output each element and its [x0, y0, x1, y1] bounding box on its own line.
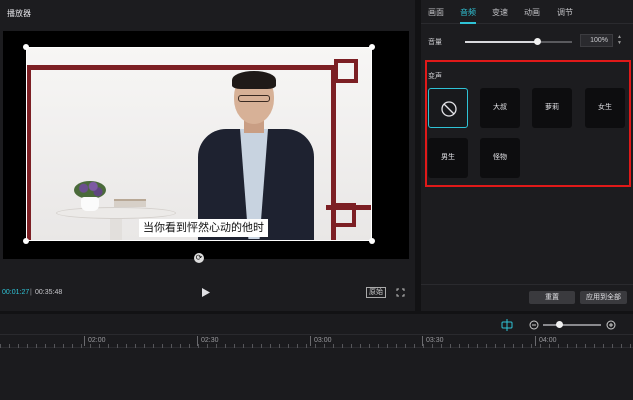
ruler-label: 02:00 — [84, 336, 106, 346]
tab-speed[interactable]: 变速 — [492, 7, 508, 18]
none-icon — [441, 101, 457, 117]
player-panel: 播放器 当你看到怦然心动的他时 ⟳ 00:01:27 | 00:35:48 原始 — [0, 0, 415, 311]
tab-audio[interactable]: 音频 — [460, 7, 476, 18]
resize-handle-bottom-left[interactable] — [23, 238, 29, 244]
tab-animation[interactable]: 动画 — [524, 7, 540, 18]
ruler-label: 02:30 — [197, 336, 219, 346]
property-tabs: 画面 音频 变速 动画 调节 — [421, 0, 633, 24]
total-time: 00:35:48 — [35, 289, 63, 296]
panel-footer-divider — [421, 284, 633, 285]
tab-adjust[interactable]: 调节 — [557, 7, 573, 18]
time-separator: | — [30, 289, 32, 296]
volume-slider-handle[interactable] — [533, 38, 541, 45]
reset-button[interactable]: 重置 — [529, 291, 575, 304]
volume-stepper[interactable]: ▲ ▼ — [617, 34, 622, 47]
volume-slider-fill — [465, 41, 537, 43]
voice-change-title: 变声 — [428, 73, 442, 80]
current-time: 00:01:27 — [2, 289, 30, 296]
voice-option-female[interactable]: 女生 — [585, 88, 625, 128]
volume-label: 音量 — [428, 39, 442, 46]
resize-handle-top-left[interactable] — [23, 44, 29, 50]
voice-option-loli[interactable]: 萝莉 — [532, 88, 572, 128]
selection-border — [26, 47, 372, 241]
timeline-zoom-slider[interactable] — [543, 324, 601, 326]
timeline-zoom-handle[interactable] — [556, 321, 564, 328]
ruler-label: 04:00 — [535, 336, 557, 346]
voice-option-none[interactable] — [428, 88, 468, 128]
tab-picture[interactable]: 画面 — [428, 7, 444, 18]
zoom-out-icon[interactable] — [529, 320, 539, 330]
resize-handle-top-right[interactable] — [369, 44, 375, 50]
fullscreen-icon[interactable] — [396, 288, 405, 297]
rotate-icon[interactable]: ⟳ — [194, 253, 204, 263]
apply-to-all-button[interactable]: 应用到全部 — [580, 291, 627, 304]
aspect-ratio-button[interactable]: 原始 — [366, 287, 386, 298]
timeline-ruler[interactable]: 02:00 02:30 03:00 03:30 04:00 — [0, 334, 633, 349]
snap-icon[interactable] — [501, 319, 513, 331]
ruler-label: 03:30 — [422, 336, 444, 346]
player-title: 播放器 — [7, 9, 31, 18]
volume-value-field[interactable]: 100% — [580, 34, 613, 47]
voice-option-monster[interactable]: 怪物 — [480, 138, 520, 178]
resize-handle-bottom-right[interactable] — [369, 238, 375, 244]
zoom-in-icon[interactable] — [606, 320, 616, 330]
timeline-toolbar — [0, 314, 633, 334]
play-icon[interactable] — [201, 287, 211, 298]
voice-option-male[interactable]: 男生 — [428, 138, 468, 178]
properties-panel: 画面 音频 变速 动画 调节 音量 100% ▲ ▼ 变声 大叔 萝莉 女生 男生… — [421, 0, 633, 311]
voice-option-uncle[interactable]: 大叔 — [480, 88, 520, 128]
volume-slider[interactable] — [465, 38, 572, 45]
timeline-panel: 02:00 02:30 03:00 03:30 04:00 — [0, 314, 633, 400]
ruler-label: 03:00 — [310, 336, 332, 346]
active-tab-indicator — [460, 22, 476, 24]
